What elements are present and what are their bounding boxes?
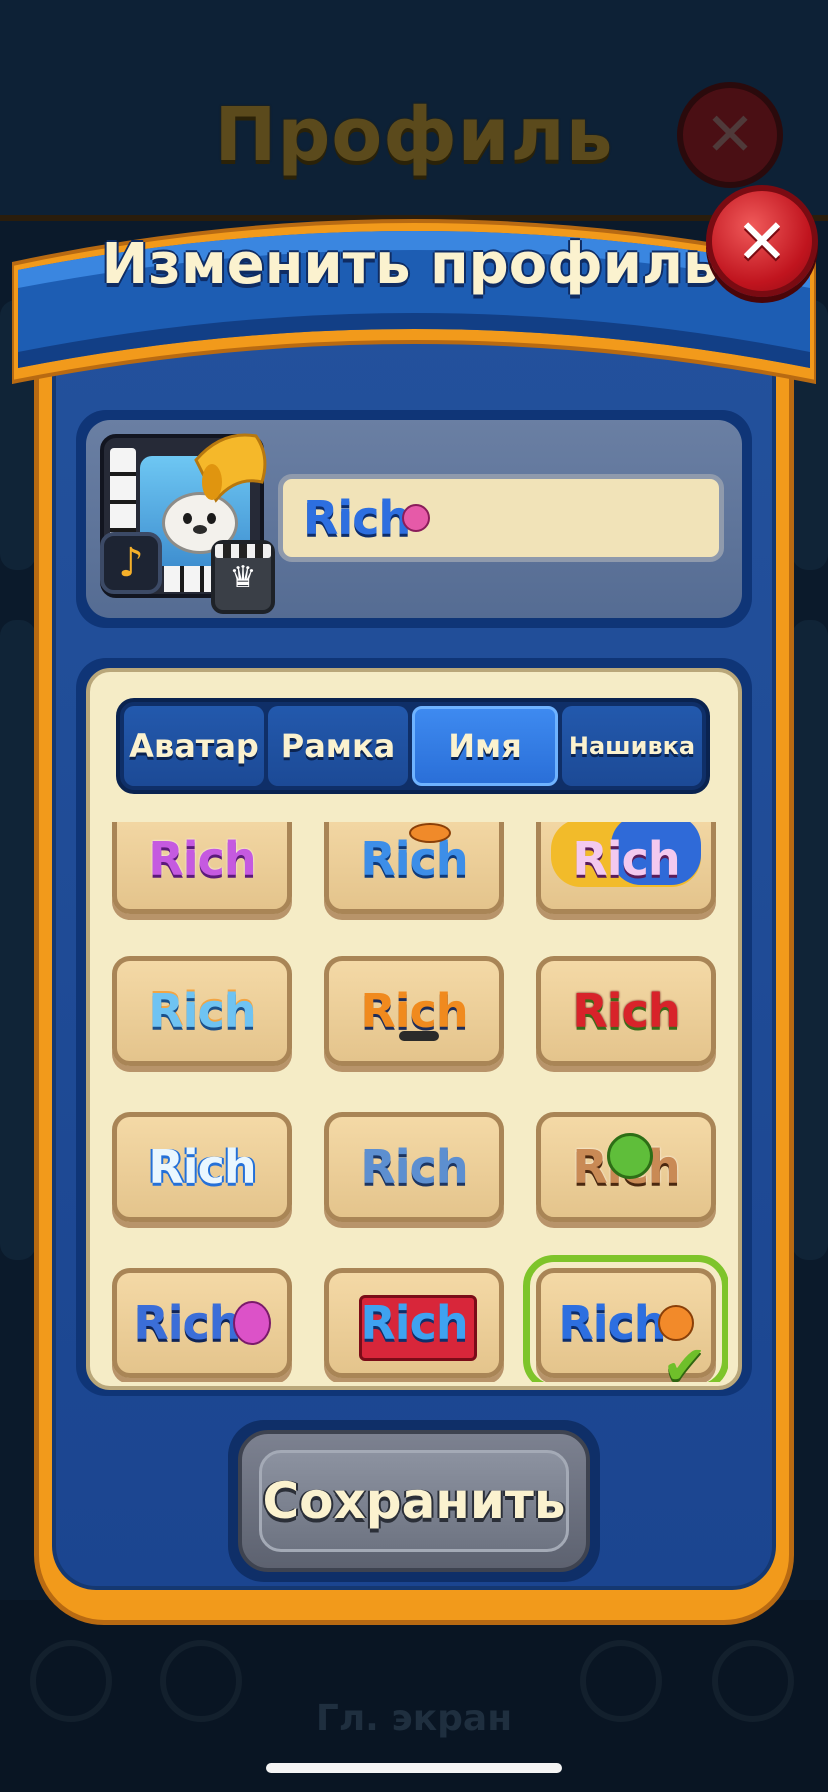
- ufo-icon: [409, 823, 451, 843]
- background-footer-label: Гл. экран: [315, 1698, 513, 1739]
- nameplate-text: Rich: [558, 1296, 666, 1350]
- nameplate-text: Rich: [360, 984, 468, 1038]
- nameplate-text: Rich: [360, 1140, 468, 1194]
- nameplate-text: Rich: [148, 1140, 256, 1194]
- tab-name[interactable]: Имя: [412, 706, 558, 786]
- clapperboard-stripes: [215, 544, 271, 558]
- nameplate-grid: Rich Rich Rich Rich Rich Rich Rich Rich …: [100, 822, 728, 1382]
- nameplate-text: Rich: [572, 984, 680, 1038]
- nameplate-option[interactable]: Rich: [324, 956, 504, 1066]
- shell-icon: [402, 504, 431, 532]
- checkmark-icon: ✔: [662, 1334, 708, 1382]
- nameplate-option[interactable]: Rich: [112, 822, 292, 914]
- close-icon: ✕: [736, 204, 788, 278]
- background-panel-right-2: [792, 620, 828, 1260]
- nameplate-option[interactable]: Rich: [324, 822, 504, 914]
- background-panel-left-2: [0, 620, 36, 1260]
- customization-tabs: Аватар Рамка Имя Нашивка: [116, 698, 710, 794]
- nameplate-option[interactable]: Rich: [324, 1268, 504, 1378]
- nameplate-text: Rich: [133, 1296, 241, 1350]
- name-preview-text: Rich: [303, 491, 411, 545]
- nameplate-text: Rich: [572, 832, 680, 886]
- nameplate-text: Rich: [360, 832, 468, 886]
- name-preview-field: Rich: [278, 474, 724, 562]
- close-button[interactable]: ✕: [706, 185, 818, 297]
- nameplate-option[interactable]: Rich: [536, 822, 716, 914]
- tab-frame[interactable]: Рамка: [268, 706, 408, 786]
- nameplate-option[interactable]: Rich: [536, 1112, 716, 1222]
- horn-icon: [194, 433, 267, 503]
- nameplate-option[interactable]: Rich: [112, 1112, 292, 1222]
- nameplate-option[interactable]: Rich: [324, 1112, 504, 1222]
- nameplate-option[interactable]: Rich: [536, 956, 716, 1066]
- tab-patch[interactable]: Нашивка: [562, 706, 702, 786]
- nameplate-text: Rich: [148, 984, 256, 1038]
- tab-avatar[interactable]: Аватар: [124, 706, 264, 786]
- nameplate-option[interactable]: Rich: [112, 1268, 292, 1378]
- egg-icon: [232, 1301, 271, 1345]
- home-indicator[interactable]: [266, 1763, 562, 1773]
- music-note-icon: ♪: [100, 532, 162, 594]
- background-close-icon: ✕: [677, 82, 783, 188]
- dialog-title: Изменить профиль: [101, 232, 719, 297]
- tree-icon: [607, 1133, 653, 1179]
- mustache-icon: [399, 1031, 439, 1041]
- nameplate-option[interactable]: Rich: [112, 956, 292, 1066]
- nameplate-text: Rich: [148, 832, 256, 886]
- save-button-label: Сохранить: [259, 1450, 569, 1552]
- nameplate-text: Rich: [360, 1296, 468, 1350]
- save-button[interactable]: Сохранить: [238, 1430, 590, 1572]
